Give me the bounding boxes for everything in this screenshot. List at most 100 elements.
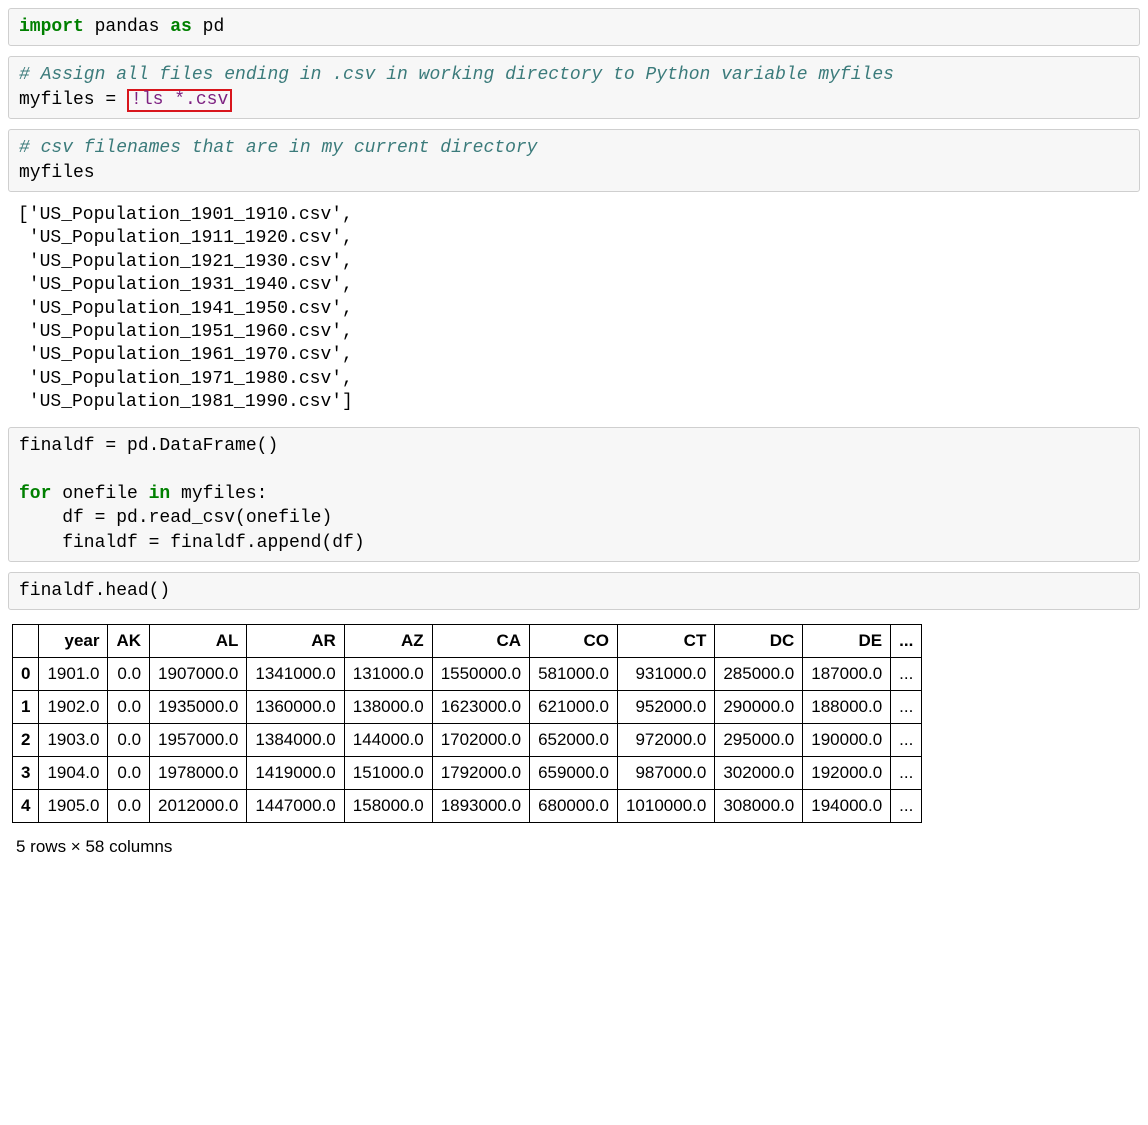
- dataframe-shape-caption: 5 rows × 58 columns: [12, 823, 1136, 861]
- table-column-header: DC: [715, 625, 803, 658]
- table-cell: 144000.0: [344, 724, 432, 757]
- code-text: pandas: [84, 17, 170, 37]
- table-column-header: DE: [803, 625, 891, 658]
- table-column-header: CA: [432, 625, 529, 658]
- table-row-index: 3: [13, 757, 39, 790]
- table-row: 01901.00.01907000.01341000.0131000.01550…: [13, 658, 922, 691]
- table-row-index: 0: [13, 658, 39, 691]
- table-cell: 290000.0: [715, 691, 803, 724]
- table-row: 41905.00.02012000.01447000.0158000.01893…: [13, 790, 922, 823]
- table-cell: 1341000.0: [247, 658, 344, 691]
- table-cell: 621000.0: [530, 691, 618, 724]
- table-cell: 1384000.0: [247, 724, 344, 757]
- table-cell: 1901.0: [39, 658, 108, 691]
- table-column-header: CO: [530, 625, 618, 658]
- table-row-index: 4: [13, 790, 39, 823]
- table-header-row: yearAKALARAZCACOCTDCDE...: [13, 625, 922, 658]
- code-text: myfiles =: [19, 90, 127, 110]
- table-cell: 1010000.0: [617, 790, 714, 823]
- table-cell: 1447000.0: [247, 790, 344, 823]
- table-cell: 151000.0: [344, 757, 432, 790]
- code-text: myfiles: [19, 163, 95, 183]
- table-cell: ...: [891, 757, 922, 790]
- table-cell: 192000.0: [803, 757, 891, 790]
- table-cell: 308000.0: [715, 790, 803, 823]
- table-cell: 972000.0: [617, 724, 714, 757]
- table-cell: 1904.0: [39, 757, 108, 790]
- table-column-header: AL: [150, 625, 247, 658]
- code-cell-head[interactable]: finaldf.head(): [8, 572, 1140, 610]
- table-cell: 931000.0: [617, 658, 714, 691]
- table-cell: 0.0: [108, 757, 150, 790]
- table-cell: 659000.0: [530, 757, 618, 790]
- table-row-index: 2: [13, 724, 39, 757]
- code-text: pd: [192, 17, 224, 37]
- code-text: onefile: [51, 484, 148, 504]
- table-cell: ...: [891, 691, 922, 724]
- table-cell: 138000.0: [344, 691, 432, 724]
- table-cell: ...: [891, 724, 922, 757]
- keyword-as: as: [170, 17, 192, 37]
- table-cell: 1419000.0: [247, 757, 344, 790]
- code-text: finaldf = finaldf.append(df): [19, 533, 365, 553]
- table-cell: 1360000.0: [247, 691, 344, 724]
- table-cell: 1978000.0: [150, 757, 247, 790]
- code-text: finaldf = pd.DataFrame(): [19, 436, 278, 456]
- highlight-box: !ls *.csv: [127, 89, 232, 113]
- table-cell: 1893000.0: [432, 790, 529, 823]
- keyword-import: import: [19, 17, 84, 37]
- code-comment: # csv filenames that are in my current d…: [19, 138, 537, 158]
- table-corner-header: [13, 625, 39, 658]
- table-cell: 652000.0: [530, 724, 618, 757]
- code-cell-import[interactable]: import pandas as pd: [8, 8, 1140, 46]
- table-cell: 2012000.0: [150, 790, 247, 823]
- table-cell: 131000.0: [344, 658, 432, 691]
- table-column-header: AZ: [344, 625, 432, 658]
- output-myfiles-list: ['US_Population_1901_1910.csv', 'US_Popu…: [8, 202, 1140, 427]
- table-cell: 302000.0: [715, 757, 803, 790]
- table-cell: 0.0: [108, 724, 150, 757]
- table-cell: 1792000.0: [432, 757, 529, 790]
- keyword-for: for: [19, 484, 51, 504]
- shell-magic-command: !ls *.csv: [131, 90, 228, 110]
- table-cell: ...: [891, 790, 922, 823]
- dataframe-table: yearAKALARAZCACOCTDCDE... 01901.00.01907…: [12, 624, 922, 823]
- table-cell: 194000.0: [803, 790, 891, 823]
- table-cell: 0.0: [108, 691, 150, 724]
- table-row: 11902.00.01935000.01360000.0138000.01623…: [13, 691, 922, 724]
- output-dataframe: yearAKALARAZCACOCTDCDE... 01901.00.01907…: [8, 620, 1140, 865]
- table-cell: 295000.0: [715, 724, 803, 757]
- table-cell: 190000.0: [803, 724, 891, 757]
- table-cell: 1905.0: [39, 790, 108, 823]
- table-cell: 1903.0: [39, 724, 108, 757]
- table-cell: 1902.0: [39, 691, 108, 724]
- table-cell: 1907000.0: [150, 658, 247, 691]
- code-cell-loop[interactable]: finaldf = pd.DataFrame() for onefile in …: [8, 427, 1140, 562]
- code-cell-assign-files[interactable]: # Assign all files ending in .csv in wor…: [8, 56, 1140, 119]
- table-cell: ...: [891, 658, 922, 691]
- table-column-header: year: [39, 625, 108, 658]
- code-cell-show-myfiles[interactable]: # csv filenames that are in my current d…: [8, 129, 1140, 192]
- table-cell: 1702000.0: [432, 724, 529, 757]
- table-cell: 285000.0: [715, 658, 803, 691]
- table-cell: 158000.0: [344, 790, 432, 823]
- table-cell: 0.0: [108, 658, 150, 691]
- table-column-header: AR: [247, 625, 344, 658]
- table-cell: 0.0: [108, 790, 150, 823]
- table-cell: 188000.0: [803, 691, 891, 724]
- code-text: df = pd.read_csv(onefile): [19, 508, 332, 528]
- table-cell: 1935000.0: [150, 691, 247, 724]
- table-cell: 987000.0: [617, 757, 714, 790]
- table-cell: 581000.0: [530, 658, 618, 691]
- table-row: 31904.00.01978000.01419000.0151000.01792…: [13, 757, 922, 790]
- table-row-index: 1: [13, 691, 39, 724]
- table-cell: 952000.0: [617, 691, 714, 724]
- table-column-header: ...: [891, 625, 922, 658]
- code-text: finaldf.head(): [19, 581, 170, 601]
- table-row: 21903.00.01957000.01384000.0144000.01702…: [13, 724, 922, 757]
- table-cell: 1623000.0: [432, 691, 529, 724]
- table-cell: 187000.0: [803, 658, 891, 691]
- table-column-header: AK: [108, 625, 150, 658]
- table-column-header: CT: [617, 625, 714, 658]
- table-cell: 1550000.0: [432, 658, 529, 691]
